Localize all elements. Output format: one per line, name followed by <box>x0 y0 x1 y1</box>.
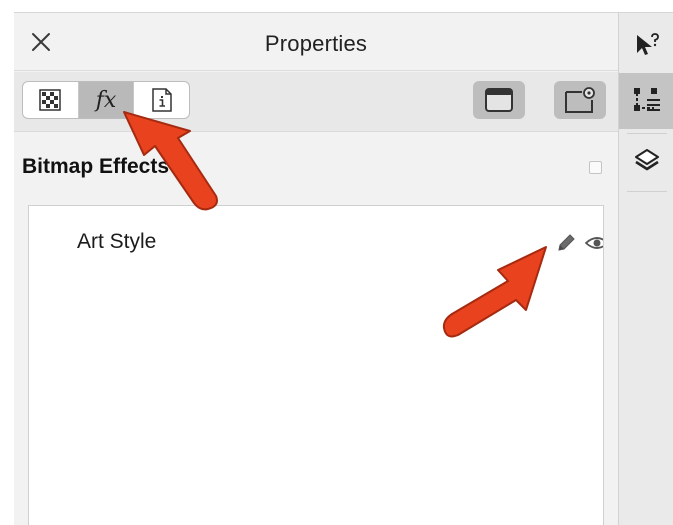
right-dock <box>618 12 673 525</box>
dock-hints-button[interactable] <box>619 21 673 71</box>
dock-properties-button[interactable] <box>619 73 673 129</box>
toggle-visibility-button[interactable] <box>585 230 603 256</box>
screenshot-frame: Properties fx Bitmap Effects Art Style <box>0 0 673 525</box>
effects-list: Art Style <box>28 205 604 525</box>
pencil-icon <box>558 234 575 251</box>
frame-gear-icon <box>565 87 595 113</box>
dock-objects-button[interactable] <box>619 137 673 185</box>
section-title: Bitmap Effects <box>22 155 170 178</box>
dock-separator <box>627 133 667 134</box>
panel-titlebar: Properties <box>14 13 618 71</box>
cursor-help-icon <box>636 33 659 55</box>
list-item[interactable]: Art Style <box>29 216 603 266</box>
frame-icon <box>485 88 513 112</box>
properties-panel: Properties fx Bitmap Effects Art Style <box>14 12 618 525</box>
frame-view-button[interactable] <box>473 81 525 119</box>
section-toggle-checkbox[interactable] <box>589 161 602 174</box>
edit-effect-button[interactable] <box>553 230 579 256</box>
layers-icon <box>634 149 659 171</box>
dock-separator <box>627 191 667 192</box>
info-icon <box>151 88 172 112</box>
properties-toolbar: fx <box>14 72 618 132</box>
effect-name: Art Style <box>77 230 157 253</box>
tab-group: fx <box>22 81 190 119</box>
fx-icon: fx <box>95 87 117 113</box>
properties-icon <box>633 88 660 111</box>
tab-effects[interactable]: fx <box>78 82 135 118</box>
checkerboard-icon <box>39 89 62 111</box>
tab-transparency[interactable] <box>23 82 79 118</box>
bitmap-effects-header: Bitmap Effects <box>14 133 618 199</box>
frame-settings-button[interactable] <box>554 81 606 119</box>
eye-icon <box>585 237 603 249</box>
tab-info[interactable] <box>134 82 189 118</box>
panel-title: Properties <box>264 31 368 56</box>
